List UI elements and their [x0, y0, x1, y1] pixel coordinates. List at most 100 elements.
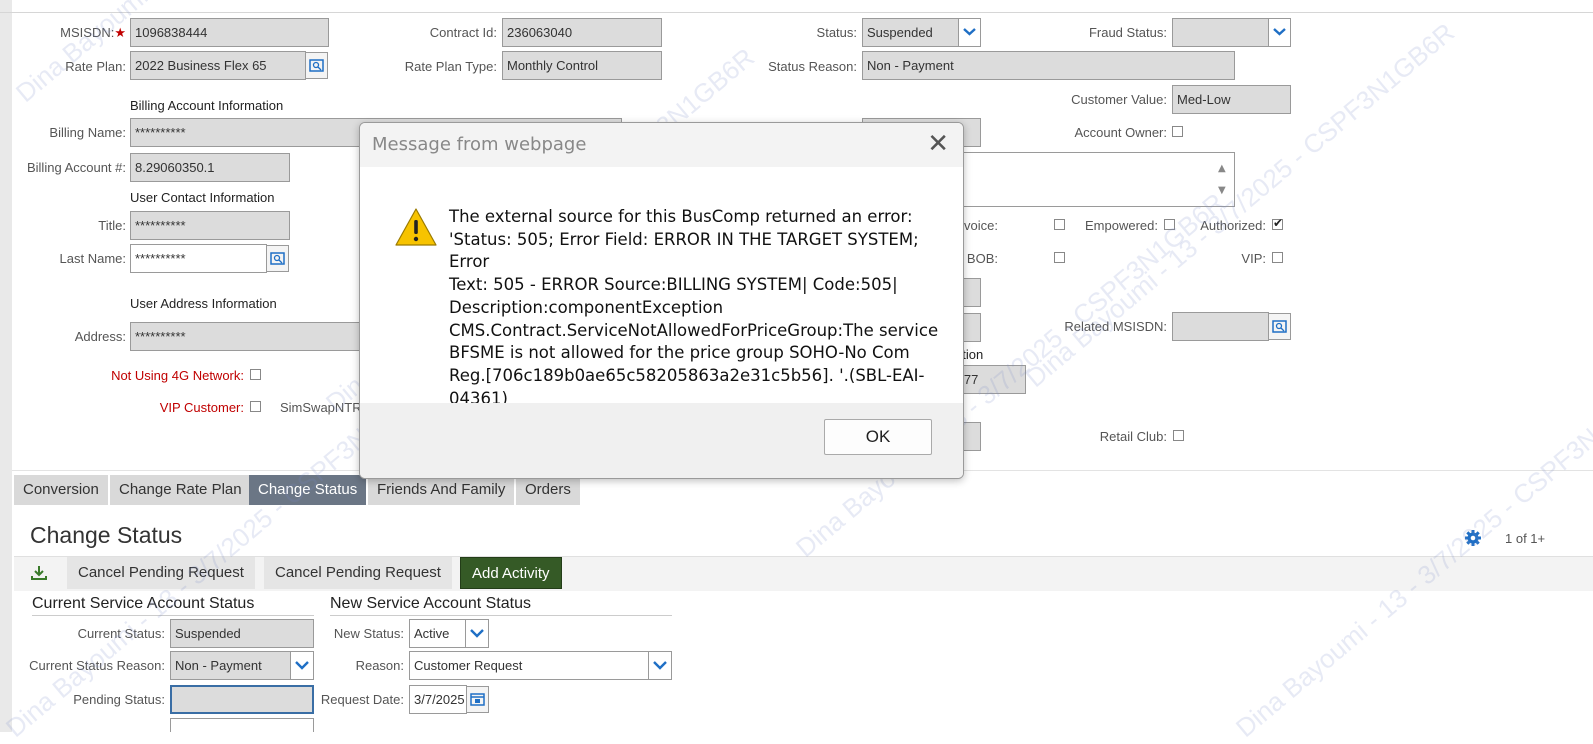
dialog-message-line: Text: 505 - ERROR Source:BILLING SYSTEM|…	[449, 275, 898, 295]
export-icon[interactable]	[30, 564, 48, 585]
new-status-dropdown-button[interactable]	[465, 619, 489, 648]
dialog-message-line: Description:componentException	[449, 297, 724, 317]
picker-icon	[1272, 320, 1287, 333]
title-field[interactable]: **********	[130, 211, 290, 240]
user-contact-section-title: User Contact Information	[130, 190, 275, 205]
current-status-label: Current Status:	[77, 626, 165, 641]
account-owner-checkbox[interactable]	[1172, 126, 1183, 137]
message-dialog: Message from webpage ✕ The external sour…	[359, 122, 964, 479]
close-icon[interactable]: ✕	[927, 131, 949, 157]
dialog-title: Message from webpage	[372, 134, 587, 155]
download-icon	[31, 566, 47, 580]
rate-plan-type-label: Rate Plan Type:	[404, 59, 497, 74]
rate-plan-field[interactable]: 2022 Business Flex 65	[130, 51, 306, 80]
rate-plan-label: Rate Plan:	[65, 59, 126, 74]
tab-change-status[interactable]: Change Status	[249, 475, 367, 505]
fraud-status-dropdown-button[interactable]	[1268, 18, 1291, 47]
gear-icon	[1465, 530, 1481, 546]
account-owner-label: Account Owner:	[1074, 125, 1168, 140]
bob-checkbox[interactable]	[1054, 252, 1065, 263]
status-reason-field[interactable]: Non - Payment	[862, 51, 1235, 80]
fraud-status-field[interactable]	[1172, 18, 1270, 47]
pending-status-field[interactable]	[170, 685, 314, 714]
rate-plan-type-field[interactable]: Monthly Control	[502, 51, 662, 80]
address-label: Address:	[74, 329, 126, 344]
simswap-label: SimSwapNTR	[280, 400, 362, 415]
status-dropdown-button[interactable]	[958, 18, 981, 47]
new-status-field[interactable]: Active	[409, 619, 466, 648]
ok-button[interactable]: OK	[824, 419, 932, 455]
chevron-down-icon	[653, 661, 667, 670]
dialog-message-line: BFSME is not allowed for the price group…	[449, 343, 910, 363]
last-name-label: Last Name:	[59, 251, 126, 266]
status-label: Status:	[816, 25, 857, 40]
pending-status-label: Pending Status:	[73, 692, 165, 707]
billing-name-label: Billing Name:	[49, 125, 126, 140]
reason-dropdown-button[interactable]	[648, 651, 672, 680]
dialog-header: Message from webpage ✕	[360, 123, 963, 167]
last-name-field[interactable]: **********	[130, 244, 267, 273]
status-field[interactable]: Suspended	[862, 18, 960, 47]
invoice-checkbox[interactable]	[1054, 219, 1065, 230]
rate-plan-picker-button[interactable]	[305, 52, 328, 79]
contract-id-field[interactable]: 236063040	[502, 18, 662, 47]
picker-icon	[270, 252, 285, 265]
billing-account-field[interactable]: 8.29060350.1	[130, 153, 290, 182]
picker-icon	[309, 59, 324, 72]
msisdn-field[interactable]: 1096838444	[130, 18, 329, 47]
status-reason-label: Status Reason:	[768, 59, 857, 74]
warning-icon	[394, 207, 438, 250]
tab-friends-and-family[interactable]: Friends And Family	[368, 475, 515, 505]
chevron-down-icon	[295, 661, 309, 670]
reason-field[interactable]: Customer Request	[409, 651, 649, 680]
tab-conversion[interactable]: Conversion	[14, 475, 108, 505]
new-section-underline	[330, 615, 672, 616]
last-name-picker-button[interactable]	[266, 245, 289, 272]
current-status-reason-field[interactable]: Non - Payment	[170, 651, 291, 680]
authorized-label: Authorized:	[1200, 218, 1266, 233]
request-date-label: Request Date:	[320, 692, 404, 707]
top-divider	[0, 12, 1593, 13]
billing-account-label: Billing Account #:	[26, 160, 126, 175]
left-edge-bar	[0, 0, 12, 732]
chevron-down-icon	[963, 28, 976, 36]
request-date-field[interactable]: 3/7/2025	[409, 685, 467, 714]
applet-title: Change Status	[30, 522, 183, 548]
tab-change-rate-plan[interactable]: Change Rate Plan	[110, 475, 251, 505]
current-section-underline	[32, 615, 314, 616]
retail-club-checkbox[interactable]	[1173, 430, 1184, 441]
date-picker-button[interactable]	[466, 686, 489, 713]
msisdn-label: MSISDN:★	[60, 25, 126, 40]
related-msisdn-field[interactable]	[1172, 312, 1269, 341]
dialog-message: The external source for this BusComp ret…	[449, 206, 939, 410]
textarea-scroll-icon[interactable]: ▲ ▼	[1218, 158, 1226, 202]
current-reason-dropdown-button[interactable]	[290, 651, 314, 680]
settings-gear-icon[interactable]	[1464, 529, 1482, 550]
empowered-label: Empowered:	[1085, 218, 1158, 233]
tab-orders[interactable]: Orders	[516, 475, 580, 505]
current-status-section-title: Current Service Account Status	[32, 595, 255, 612]
retail-club-label: Retail Club:	[1099, 429, 1167, 444]
not-using-4g-checkbox[interactable]	[250, 369, 261, 380]
chevron-down-icon	[1273, 28, 1286, 36]
title-label: Title:	[98, 218, 126, 233]
user-address-section-title: User Address Information	[130, 296, 277, 311]
new-status-label: New Status:	[333, 626, 404, 641]
contract-id-label: Contract Id:	[429, 25, 497, 40]
authorized-checkbox[interactable]	[1272, 216, 1283, 230]
empowered-checkbox[interactable]	[1164, 219, 1175, 230]
address-field[interactable]: **********	[130, 322, 380, 351]
cancel-pending-request-button-2[interactable]: Cancel Pending Request	[264, 557, 452, 589]
record-pager: 1 of 1+	[1505, 531, 1546, 546]
vip-customer-label: VIP Customer:	[159, 400, 244, 415]
vip-label: VIP:	[1241, 251, 1266, 266]
chevron-down-icon	[470, 629, 484, 638]
cancel-pending-request-button[interactable]: Cancel Pending Request	[67, 557, 255, 589]
vip-checkbox[interactable]	[1272, 252, 1283, 263]
add-activity-button[interactable]: Add Activity	[460, 557, 562, 589]
vip-customer-checkbox[interactable]	[250, 401, 261, 412]
current-status-field[interactable]: Suspended	[170, 619, 314, 648]
customer-value-field[interactable]: Med-Low	[1172, 85, 1291, 114]
next-field-partial[interactable]	[170, 718, 314, 732]
related-msisdn-picker-button[interactable]	[1268, 313, 1291, 340]
